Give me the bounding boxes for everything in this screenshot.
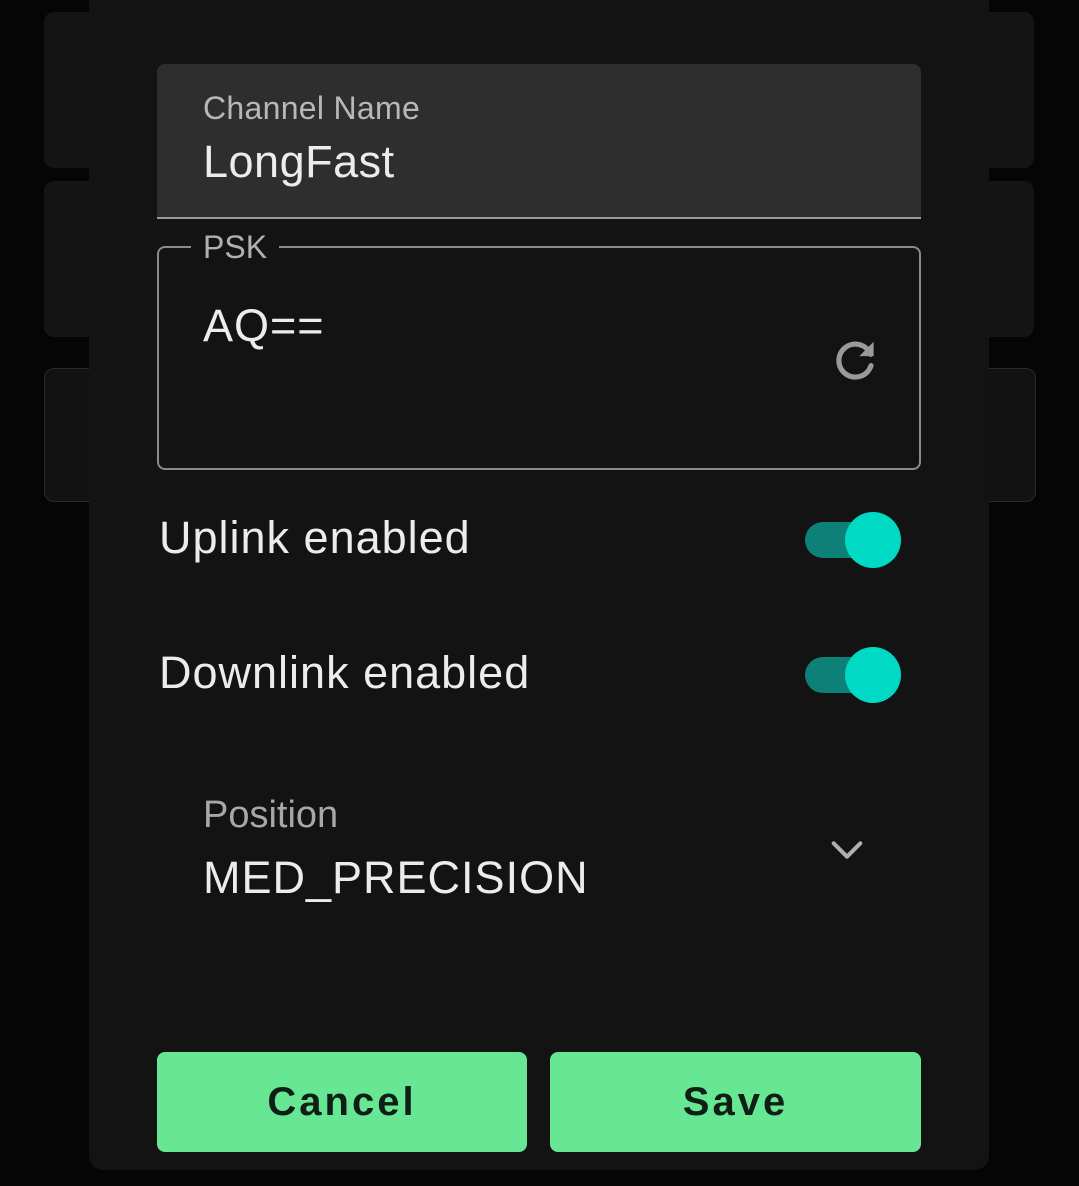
save-button[interactable]: Save [550, 1052, 921, 1152]
psk-value[interactable]: AQ== [203, 300, 325, 352]
refresh-icon [836, 341, 874, 380]
cancel-button[interactable]: Cancel [157, 1052, 527, 1152]
uplink-row: Uplink enabled [157, 500, 921, 580]
psk-field[interactable]: PSK AQ== [157, 228, 921, 470]
channel-name-value[interactable]: LongFast [203, 136, 395, 188]
chevron-down-icon[interactable] [827, 830, 867, 870]
uplink-label: Uplink enabled [159, 512, 471, 563]
regenerate-psk-button[interactable] [827, 332, 883, 388]
channel-name-field[interactable]: Channel Name LongFast [157, 64, 921, 219]
downlink-row: Downlink enabled [157, 635, 921, 715]
position-dropdown[interactable]: Position MED_PRECISION [157, 770, 921, 930]
position-value: MED_PRECISION [203, 852, 589, 903]
position-label: Position [203, 794, 339, 836]
downlink-label: Downlink enabled [159, 647, 531, 698]
channel-edit-dialog: Channel Name LongFast PSK AQ== Uplink en… [89, 0, 989, 1170]
screen: Channel Name LongFast PSK AQ== Uplink en… [0, 0, 1079, 1186]
downlink-switch-thumb [845, 647, 901, 703]
downlink-switch[interactable] [805, 647, 901, 703]
uplink-switch-thumb [845, 512, 901, 568]
uplink-switch[interactable] [805, 512, 901, 568]
channel-name-label: Channel Name [203, 90, 421, 126]
psk-label: PSK [191, 228, 280, 266]
